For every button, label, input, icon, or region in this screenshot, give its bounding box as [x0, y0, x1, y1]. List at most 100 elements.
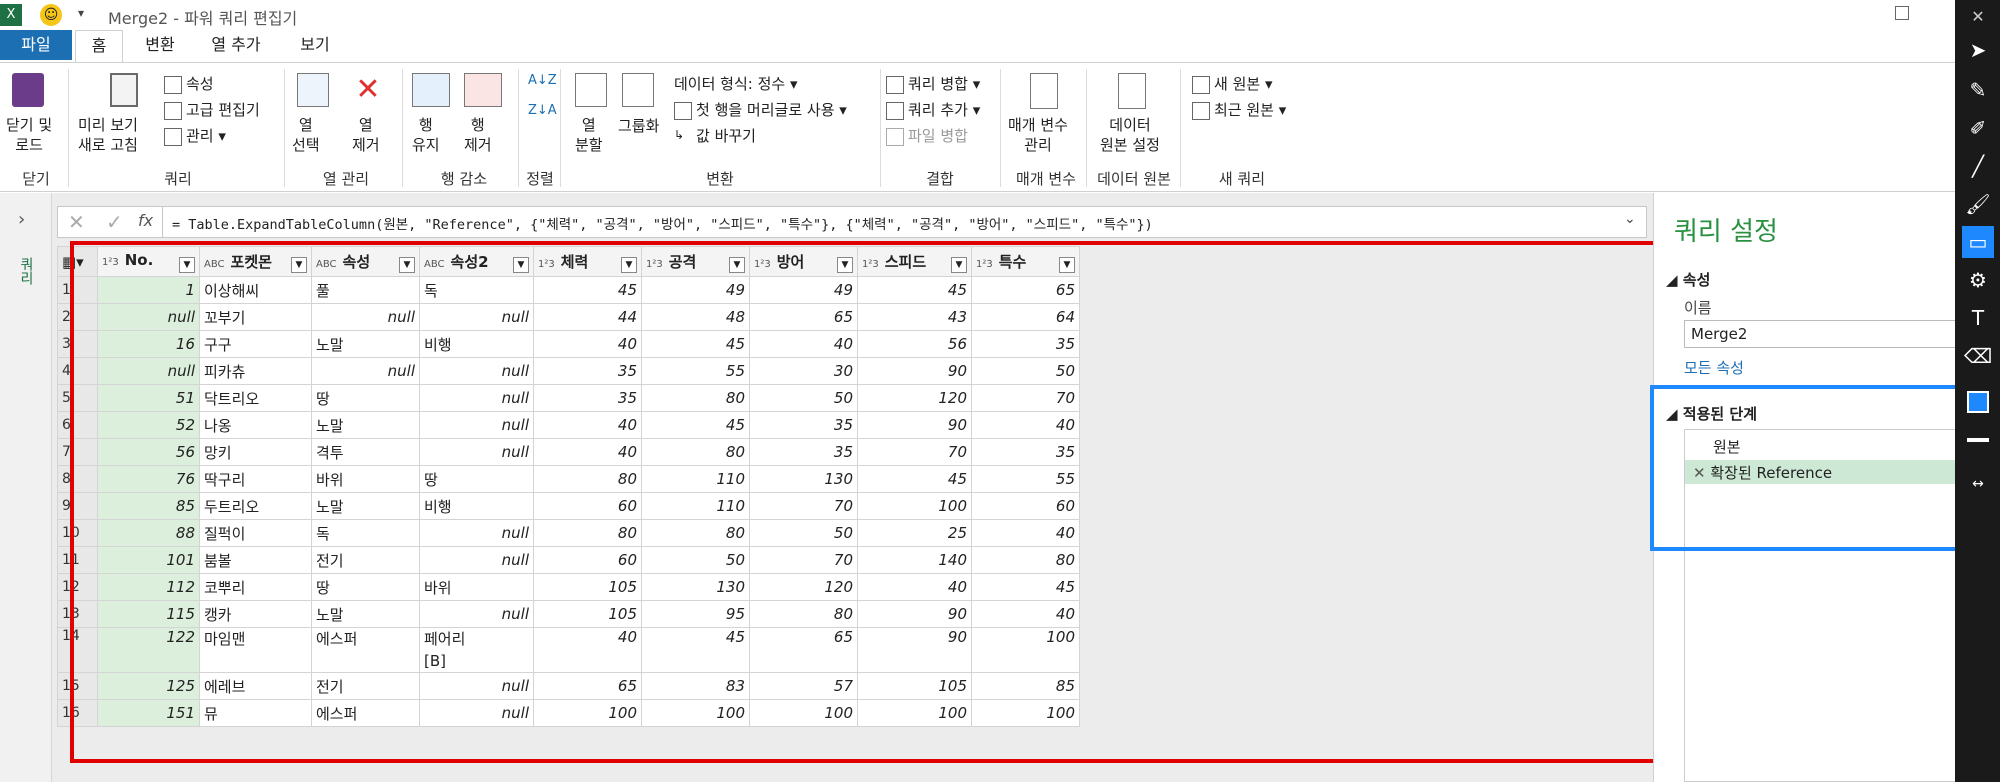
- group-reduce-rows: 행 감소: [440, 170, 488, 188]
- properties-section-label: 속성: [1682, 271, 1711, 289]
- queries-pane-label[interactable]: 쿼리: [16, 257, 36, 285]
- brush-tool-icon[interactable]: 🖌: [1962, 188, 1994, 220]
- sort-ascending-icon: A↓Z: [528, 73, 557, 88]
- keep-rows-button[interactable]: 행 유지: [412, 115, 440, 155]
- close-load-button[interactable]: 닫기 및 로드: [6, 115, 52, 155]
- recent-source-label: 최근 원본: [1214, 101, 1274, 119]
- group-parameters: 매개 변수: [1016, 170, 1076, 188]
- chevron-down-icon[interactable]: ⌄: [1624, 211, 1636, 227]
- merge-files-label: 파일 병합: [908, 127, 968, 145]
- group-close: 닫기: [22, 170, 50, 188]
- expand-pane-icon[interactable]: ›: [18, 209, 25, 230]
- replace-values-button[interactable]: ↳ 값 바꾸기: [674, 125, 756, 146]
- data-type-label: 데이터 형식: 정수: [674, 75, 786, 93]
- group-combine: 결합: [926, 170, 954, 188]
- manage-icon: [164, 127, 182, 146]
- close-toolbox-icon[interactable]: ✕: [1962, 0, 1994, 32]
- properties-icon: [164, 75, 182, 94]
- data-source-settings-button[interactable]: 데이터 원본 설정: [1100, 115, 1160, 155]
- highlight-blue-rectangle: [1650, 385, 1984, 551]
- merge-queries-label: 쿼리 병합: [908, 75, 968, 93]
- group-by-button[interactable]: 그룹화: [618, 115, 659, 136]
- properties-button[interactable]: 속성: [164, 73, 214, 94]
- remove-rows-icon: [464, 73, 502, 107]
- group-query: 쿼리: [164, 170, 192, 188]
- append-queries-icon: [886, 101, 904, 120]
- cancel-formula-icon[interactable]: ✕: [68, 210, 85, 234]
- expand-toolbox-icon[interactable]: ↔: [1962, 468, 1994, 500]
- close-load-icon: [12, 73, 44, 107]
- data-type-dropdown[interactable]: 데이터 형식: 정수 ▾: [674, 73, 798, 94]
- merge-queries-button[interactable]: 쿼리 병합 ▾: [886, 73, 980, 94]
- ribbon: 닫기 및 로드 미리 보기 새로 고침 속성 고급 편집기 관리 ▾ 열 선택 …: [0, 62, 1955, 192]
- formula-input[interactable]: = Table.ExpandTableColumn(원본, "Reference…: [172, 213, 1612, 233]
- line-tool-icon[interactable]: ╱: [1962, 150, 1994, 182]
- append-queries-button[interactable]: 쿼리 추가 ▾: [886, 99, 980, 120]
- group-new-query: 새 쿼리: [1218, 170, 1266, 188]
- tab-transform[interactable]: 변환: [135, 30, 185, 62]
- query-name-input[interactable]: Merge2: [1684, 320, 1956, 348]
- remove-columns-button[interactable]: 열 제거: [352, 115, 380, 155]
- merge-files-icon: [886, 127, 904, 146]
- replace-values-label: 값 바꾸기: [696, 127, 756, 145]
- group-manage-columns: 열 관리: [322, 170, 370, 188]
- refresh-preview-button[interactable]: 미리 보기 새로 고침: [78, 115, 138, 155]
- tab-file[interactable]: 파일: [0, 30, 72, 60]
- advanced-editor-label: 고급 편집기: [186, 101, 260, 119]
- append-queries-label: 쿼리 추가: [908, 101, 968, 119]
- group-transform: 변환: [706, 170, 734, 188]
- smiley-feedback-icon[interactable]: ☺: [40, 4, 62, 26]
- window-title: Merge2 - 파워 쿼리 편집기: [108, 9, 298, 28]
- formula-bar: ✕ ✓ fx = Table.ExpandTableColumn(원본, "Re…: [57, 206, 1647, 238]
- color-swatch-icon[interactable]: [1962, 386, 1994, 418]
- sort-descending-button[interactable]: Z↓A: [528, 103, 557, 118]
- manage-label: 관리: [186, 127, 214, 145]
- keep-rows-icon: [412, 73, 450, 107]
- tab-home[interactable]: 홈: [75, 30, 123, 62]
- choose-columns-icon: [297, 73, 329, 107]
- marker-tool-icon[interactable]: ✐: [1962, 112, 1994, 144]
- confirm-formula-icon[interactable]: ✓: [106, 210, 123, 234]
- replace-values-icon: ↳: [674, 127, 685, 142]
- remove-rows-button[interactable]: 행 제거: [464, 115, 492, 155]
- properties-section[interactable]: ◢ 속성: [1666, 269, 1710, 290]
- advanced-editor-button[interactable]: 고급 편집기: [164, 99, 260, 120]
- restore-window-icon[interactable]: [1895, 6, 1909, 20]
- text-tool-icon[interactable]: T: [1962, 302, 1994, 334]
- name-label: 이름: [1684, 299, 1712, 317]
- data-source-settings-icon: [1118, 73, 1146, 109]
- new-source-button[interactable]: 새 원본 ▾: [1192, 73, 1272, 94]
- table-header-icon: [674, 101, 692, 120]
- function-icon[interactable]: fx: [138, 211, 153, 230]
- tab-add-column[interactable]: 열 추가: [200, 30, 272, 62]
- manage-button[interactable]: 관리 ▾: [164, 125, 226, 146]
- collapse-triangle-icon: ◢: [1666, 271, 1683, 289]
- excel-logo-icon: X: [0, 4, 22, 26]
- group-data-source: 데이터 원본: [1097, 170, 1171, 188]
- split-column-icon: [575, 73, 607, 107]
- merge-files-button[interactable]: 파일 병합: [886, 125, 968, 146]
- quick-access-dropdown-icon[interactable]: ▾: [78, 6, 84, 20]
- rectangle-tool-icon[interactable]: ▭: [1962, 226, 1994, 258]
- pointer-tool-icon[interactable]: ➤: [1962, 34, 1994, 66]
- tab-view[interactable]: 보기: [290, 30, 340, 62]
- shapes-tool-icon[interactable]: ⚙: [1962, 264, 1994, 296]
- group-by-icon: [622, 73, 654, 107]
- title-bar: X ☺ ▾ Merge2 - 파워 쿼리 편집기: [0, 0, 1955, 30]
- remove-columns-icon: ✕: [355, 72, 381, 107]
- choose-columns-button[interactable]: 열 선택: [292, 115, 320, 155]
- first-row-header-button[interactable]: 첫 행을 머리글로 사용 ▾: [674, 99, 847, 120]
- sort-descending-icon: Z↓A: [528, 103, 557, 118]
- recent-source-button[interactable]: 최근 원본 ▾: [1192, 99, 1286, 120]
- query-settings-title: 쿼리 설정: [1674, 217, 1778, 247]
- split-column-button[interactable]: 열 분할: [575, 115, 603, 155]
- eraser-tool-icon[interactable]: ⌫: [1962, 340, 1994, 372]
- line-width-icon[interactable]: [1962, 424, 1994, 456]
- properties-label: 속성: [186, 75, 214, 93]
- manage-parameters-button[interactable]: 매개 변수 관리: [1008, 115, 1068, 155]
- group-sort: 정렬: [526, 170, 554, 188]
- sort-ascending-button[interactable]: A↓Z: [528, 73, 557, 88]
- pencil-tool-icon[interactable]: ✎: [1962, 74, 1994, 106]
- query-settings-pane: 쿼리 설정 ◢ 속성 이름 Merge2 모든 속성 ◢ 적용된 단계 원본 ✕…: [1650, 193, 1984, 782]
- all-properties-link[interactable]: 모든 속성: [1684, 357, 1744, 378]
